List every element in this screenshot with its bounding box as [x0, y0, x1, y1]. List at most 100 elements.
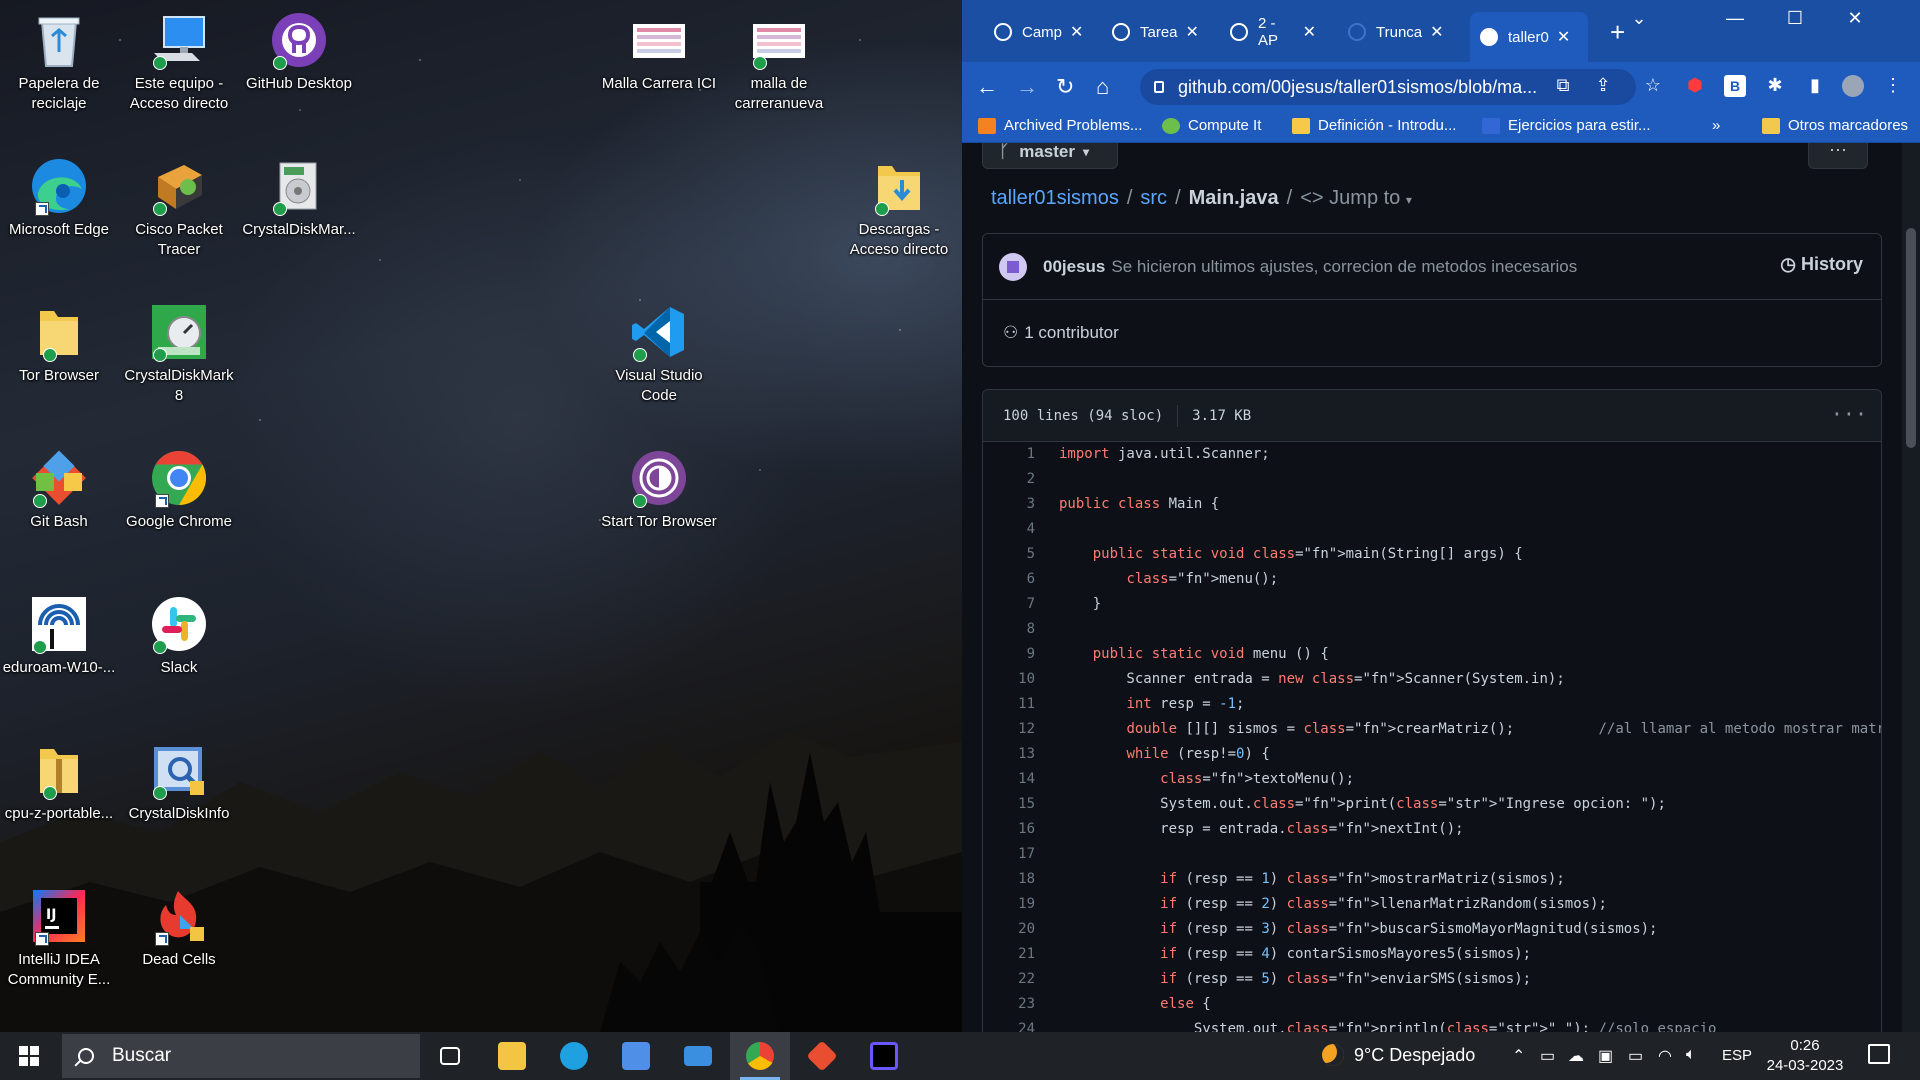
desktop-icon-eduroam[interactable]: eduroam-W10-...: [0, 588, 118, 678]
onedrive-cloud-icon[interactable]: ☁: [1568, 1046, 1584, 1066]
close-icon[interactable]: ✕: [1430, 22, 1443, 42]
reload-button[interactable]: ↻: [1056, 74, 1074, 100]
desktop-icon-crystaldiskinfo[interactable]: CrystalDiskInfo: [120, 734, 238, 824]
line-number[interactable]: 11: [983, 692, 1035, 717]
desktop-icon-start-tor-browser[interactable]: Start Tor Browser: [600, 442, 718, 532]
line-number[interactable]: 19: [983, 892, 1035, 917]
line-number[interactable]: 16: [983, 817, 1035, 842]
weather-widget[interactable]: 9°C Despejado: [1322, 1044, 1475, 1066]
taskbar-git[interactable]: [792, 1032, 852, 1080]
tab-campus[interactable]: Camp ✕: [984, 12, 1090, 52]
branch-selector[interactable]: ᚴ master ▾: [982, 143, 1118, 169]
taskbar-mail[interactable]: [668, 1032, 728, 1080]
network-device-icon[interactable]: ▣: [1598, 1046, 1613, 1066]
wifi-icon[interactable]: ◠: [1658, 1046, 1672, 1066]
line-number[interactable]: 5: [983, 542, 1035, 567]
tab-taller01[interactable]: taller0 ✕: [1470, 12, 1588, 62]
page-scrollbar[interactable]: [1902, 143, 1920, 1032]
line-number[interactable]: 15: [983, 792, 1035, 817]
desktop-icon-downloads[interactable]: Descargas - Acceso directo: [840, 150, 958, 260]
line-number[interactable]: 1: [983, 442, 1035, 467]
desktop-icon-crystaldiskmark[interactable]: CrystalDiskMark 8: [120, 296, 238, 406]
jump-to-button[interactable]: <> Jump to ▾: [1300, 187, 1412, 210]
line-number[interactable]: 2: [983, 467, 1035, 492]
b-extension-icon[interactable]: B: [1724, 75, 1746, 97]
bookmark-archived-problems[interactable]: Archived Problems...: [978, 117, 1142, 134]
commit-message[interactable]: Se hicieron ultimos ajustes, correcion d…: [1111, 257, 1577, 277]
desktop-icon-packet-tracer[interactable]: Cisco Packet Tracer: [120, 150, 238, 260]
taskbar-chrome[interactable]: [730, 1032, 790, 1080]
bookmark-compute-it[interactable]: Compute It: [1162, 117, 1261, 134]
battery-icon[interactable]: ▭: [1628, 1046, 1643, 1066]
contributors-row[interactable]: ⚇ 1 contributor: [983, 300, 1881, 366]
tab-2-ap[interactable]: 2 - AP ✕: [1220, 12, 1326, 52]
more-options-button[interactable]: ···: [1808, 143, 1868, 169]
bookmark-definicion[interactable]: Definición - Introdu...: [1292, 117, 1456, 134]
desktop-icon-tor-browser-folder[interactable]: Tor Browser: [0, 296, 118, 386]
profile-avatar[interactable]: [1842, 75, 1864, 97]
avatar[interactable]: [999, 252, 1027, 281]
forward-button[interactable]: →: [1016, 74, 1038, 100]
line-number[interactable]: 23: [983, 992, 1035, 1017]
desktop-icon-intellij[interactable]: IJ IntelliJ IDEA Community E...: [0, 880, 118, 990]
volume-icon[interactable]: 🔈︎: [1686, 1046, 1696, 1064]
line-number[interactable]: 3: [983, 492, 1035, 517]
tab-search-button[interactable]: ⌄: [1616, 8, 1662, 29]
side-panel-icon[interactable]: ▮: [1804, 75, 1826, 97]
file-more-icon[interactable]: ···: [1831, 402, 1867, 426]
translate-icon[interactable]: ⧉: [1552, 75, 1574, 97]
extensions-puzzle-icon[interactable]: ✱: [1764, 75, 1786, 97]
language-indicator[interactable]: ESP: [1722, 1047, 1752, 1064]
breadcrumb-repo-link[interactable]: taller01sismos: [991, 187, 1119, 210]
close-icon[interactable]: ✕: [1070, 22, 1083, 42]
taskbar-store[interactable]: [606, 1032, 666, 1080]
tab-trunca[interactable]: Trunca ✕: [1338, 12, 1446, 52]
breadcrumb-folder-link[interactable]: src: [1140, 187, 1167, 210]
line-number[interactable]: 10: [983, 667, 1035, 692]
clock[interactable]: 0:26 24-03-2023: [1760, 1036, 1850, 1076]
line-number[interactable]: 13: [983, 742, 1035, 767]
close-icon[interactable]: ✕: [1557, 27, 1570, 47]
desktop-icon-edge[interactable]: Microsoft Edge: [0, 150, 118, 240]
adblock-extension-icon[interactable]: ⬢: [1684, 75, 1706, 97]
meet-now-icon[interactable]: ▭: [1540, 1046, 1555, 1066]
bookmark-star-icon[interactable]: ☆: [1642, 75, 1664, 97]
start-button[interactable]: [0, 1032, 58, 1080]
line-number[interactable]: 20: [983, 917, 1035, 942]
commit-author[interactable]: 00jesus: [1043, 257, 1105, 277]
desktop-icon-vscode[interactable]: Visual Studio Code: [600, 296, 718, 406]
desktop-icon-git-bash[interactable]: Git Bash: [0, 442, 118, 532]
chevron-up-icon[interactable]: ⌃: [1512, 1046, 1525, 1066]
history-link[interactable]: ◷ History: [1780, 254, 1863, 275]
desktop-icon-malla-carreranueva[interactable]: malla de carreranueva: [720, 4, 838, 114]
other-bookmarks-folder[interactable]: Otros marcadores: [1762, 117, 1908, 134]
taskbar-search[interactable]: Buscar: [62, 1034, 420, 1078]
scrollbar-thumb[interactable]: [1906, 228, 1916, 448]
line-number[interactable]: 14: [983, 767, 1035, 792]
line-number[interactable]: 6: [983, 567, 1035, 592]
notification-center-icon[interactable]: [1868, 1044, 1890, 1064]
desktop-icon-malla-carrera[interactable]: Malla Carrera ICI: [600, 4, 718, 94]
tab-tarea[interactable]: Tarea ✕: [1102, 12, 1208, 52]
line-number[interactable]: 8: [983, 617, 1035, 642]
bookmark-ejercicios[interactable]: Ejercicios para estir...: [1482, 117, 1651, 134]
desktop-icon-this-pc[interactable]: Este equipo - Acceso directo: [120, 4, 238, 114]
minimize-button[interactable]: —: [1712, 8, 1758, 29]
taskbar-task-view[interactable]: [420, 1032, 480, 1080]
close-icon[interactable]: ✕: [1186, 22, 1199, 42]
line-number[interactable]: 17: [983, 842, 1035, 867]
back-button[interactable]: ←: [976, 74, 998, 100]
taskbar-file-explorer[interactable]: [482, 1032, 542, 1080]
maximize-button[interactable]: ☐: [1772, 8, 1818, 29]
line-number[interactable]: 12: [983, 717, 1035, 742]
desktop-icon-crystaldiskmark-installer[interactable]: CrystalDiskMar...: [240, 150, 358, 240]
close-icon[interactable]: ✕: [1303, 22, 1316, 42]
home-button[interactable]: ⌂: [1096, 74, 1109, 100]
menu-kebab-icon[interactable]: ⋮: [1882, 75, 1904, 97]
desktop-icon-github-desktop[interactable]: GitHub Desktop: [240, 4, 358, 94]
line-number[interactable]: 9: [983, 642, 1035, 667]
share-icon[interactable]: ⇪: [1592, 75, 1614, 97]
line-number[interactable]: 22: [983, 967, 1035, 992]
desktop-icon-recycle-bin[interactable]: Papelera de reciclaje: [0, 4, 118, 114]
desktop-icon-slack[interactable]: Slack: [120, 588, 238, 678]
